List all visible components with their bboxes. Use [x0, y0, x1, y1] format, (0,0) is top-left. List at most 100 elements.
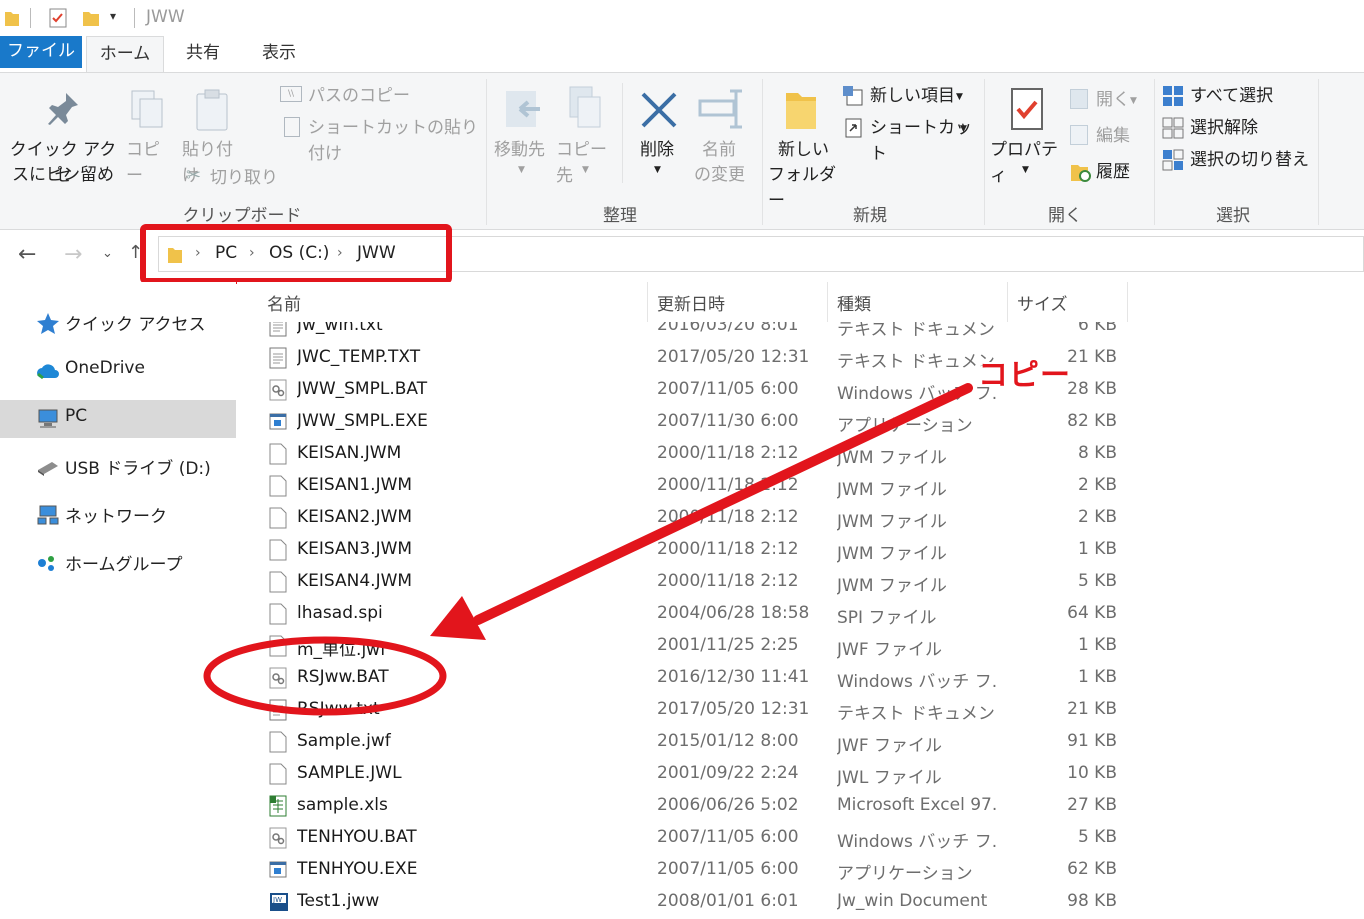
- usb-drive-icon: [38, 462, 58, 476]
- dropdown-arrow-icon: ▼: [956, 92, 963, 102]
- file-type: Windows バッチ フ...: [837, 384, 997, 404]
- column-divider[interactable]: [1007, 282, 1008, 322]
- rename-label-2: の変更: [694, 165, 745, 185]
- column-header-date[interactable]: 更新日時: [657, 290, 725, 315]
- column-header-type[interactable]: 種類: [837, 290, 871, 315]
- tab-view[interactable]: 表示: [248, 36, 310, 72]
- file-row[interactable]: JWW_SMPL.EXE 2007/11/30 6:00 アプリケーション 82 KB: [237, 406, 1364, 438]
- tab-home[interactable]: ホーム: [86, 36, 164, 73]
- paste-shortcut-icon: [284, 117, 300, 137]
- file-row[interactable]: SAMPLE.JWL 2001/09/22 2:24 JWL ファイル 10 KB: [237, 758, 1364, 790]
- file-row[interactable]: KEISAN4.JWM 2000/11/18 2:12 JWM ファイル 5 KB: [237, 566, 1364, 598]
- copy-path-button[interactable]: \\ パスのコピー: [280, 83, 480, 109]
- file-row[interactable]: Sample.jwf 2015/01/12 8:00 JWF ファイル 91 KB: [237, 726, 1364, 758]
- edit-icon: [1070, 125, 1088, 145]
- file-row[interactable]: lhasad.spi 2004/06/28 18:58 SPI ファイル 64 KB: [237, 598, 1364, 630]
- sidebar-item-quick-access[interactable]: クイック アクセス: [0, 304, 236, 342]
- sidebar-item-onedrive[interactable]: OneDrive: [0, 352, 236, 390]
- file-row[interactable]: sample.xls 2006/06/26 5:02 Microsoft Excel…: [237, 790, 1364, 822]
- column-divider[interactable]: [647, 282, 648, 322]
- back-arrow-icon[interactable]: ←: [18, 242, 36, 267]
- file-type: JWM ファイル: [837, 480, 947, 500]
- file-row[interactable]: TENHYOU.BAT 2007/11/05 6:00 Windows バッチ フ.…: [237, 822, 1364, 854]
- pin-icon: [48, 93, 78, 125]
- file-row[interactable]: JW Test1.jww 2008/01/01 6:01 Jw_win Documen…: [237, 886, 1364, 918]
- new-folder-button[interactable]: 新しい フォルダー: [766, 83, 838, 211]
- file-date: 2017/05/20 12:31: [657, 699, 810, 719]
- file-date: 2007/11/05 6:00: [657, 827, 799, 847]
- recent-locations-icon[interactable]: ⌄: [102, 246, 113, 261]
- file-row[interactable]: RSJww.BAT 2016/12/30 11:41 Windows バッチ フ..…: [237, 662, 1364, 694]
- tab-file[interactable]: ファイル: [0, 36, 82, 68]
- file-size: 21 KB: [1067, 699, 1117, 719]
- batch-file-icon: [269, 379, 287, 401]
- file-row[interactable]: KEISAN.JWM 2000/11/18 2:12 JWM ファイル 8 KB: [237, 438, 1364, 470]
- select-all-button[interactable]: すべて選択: [1162, 83, 1322, 109]
- edit-button[interactable]: 編集: [1068, 123, 1148, 149]
- sidebar-item-homegroup[interactable]: ホームグループ: [0, 544, 236, 582]
- dropdown-arrow-icon: ▼: [1130, 96, 1137, 106]
- blank-file-icon: [269, 603, 287, 625]
- copy-to-button[interactable]: コピー先 ▼: [556, 83, 616, 186]
- invert-selection-button[interactable]: 選択の切り替え: [1162, 147, 1332, 173]
- history-button[interactable]: 履歴: [1068, 159, 1148, 185]
- file-type: SPI ファイル: [837, 608, 937, 628]
- cut-button[interactable]: ✂ 切り取り: [186, 165, 286, 191]
- sidebar-item-network[interactable]: ネットワーク: [0, 496, 236, 534]
- sidebar-item-label: OneDrive: [65, 358, 145, 378]
- file-row[interactable]: m_単位.jwf 2001/11/25 2:25 JWF ファイル 1 KB: [237, 630, 1364, 662]
- file-name: KEISAN4.JWM: [297, 571, 413, 591]
- tab-share[interactable]: 共有: [172, 36, 234, 72]
- file-row[interactable]: KEISAN3.JWM 2000/11/18 2:12 JWM ファイル 1 KB: [237, 534, 1364, 566]
- new-folder-label-2: フォルダー: [768, 165, 836, 211]
- homegroup-icon: [38, 556, 54, 571]
- clipboard-group-label: クリップボード: [182, 206, 302, 226]
- delete-button[interactable]: 削除 ▼: [634, 83, 684, 177]
- paste-button[interactable]: 貼り付け: [180, 87, 246, 186]
- star-icon: [37, 313, 59, 334]
- copy-button[interactable]: コピー: [124, 87, 170, 186]
- file-row[interactable]: JWC_TEMP.TXT 2017/05/20 12:31 テキスト ドキュメント 2…: [237, 342, 1364, 374]
- text-file-icon: [269, 347, 287, 369]
- shortcut-button[interactable]: ショートカット ▼: [842, 115, 972, 164]
- new-folder-quick-icon[interactable]: [82, 8, 100, 28]
- file-name: KEISAN3.JWM: [297, 539, 413, 559]
- dropdown-arrow-icon: ▼: [582, 165, 589, 175]
- file-row[interactable]: KEISAN2.JWM 2000/11/18 2:12 JWM ファイル 2 KB: [237, 502, 1364, 534]
- file-row[interactable]: RSJww.txt 2017/05/20 12:31 テキスト ドキュメント 21 K…: [237, 694, 1364, 726]
- paste-shortcut-button[interactable]: ショートカットの貼り付け: [280, 115, 480, 164]
- sidebar-item-pc[interactable]: PC: [0, 400, 236, 438]
- customize-quick-access-icon[interactable]: ▾: [110, 9, 116, 23]
- properties-button[interactable]: プロパティ ▼: [988, 83, 1064, 186]
- file-name: KEISAN2.JWM: [297, 507, 413, 527]
- sidebar-item-usb-drive[interactable]: USB ドライブ (D:): [0, 448, 236, 486]
- folder-icon: [5, 12, 19, 26]
- rename-button[interactable]: 名前 の変更: [692, 83, 752, 187]
- file-row[interactable]: TENHYOU.EXE 2007/11/05 6:00 アプリケーション 62 KB: [237, 854, 1364, 886]
- file-date: 2000/11/18 2:12: [657, 507, 799, 527]
- pin-quick-access-button[interactable]: クイック アクセ スにピン留め: [8, 87, 118, 187]
- new-item-button[interactable]: 新しい項目 ▼: [842, 83, 972, 109]
- file-type: アプリケーション: [837, 416, 973, 436]
- select-all-icon: [1163, 86, 1183, 106]
- blank-file-icon: [269, 571, 287, 593]
- column-header-name[interactable]: 名前: [267, 290, 301, 315]
- file-name: TENHYOU.BAT: [297, 827, 417, 847]
- file-type: Microsoft Excel 97...: [837, 795, 997, 815]
- file-type: JWM ファイル: [837, 544, 947, 564]
- file-size: 2 KB: [1077, 507, 1117, 527]
- forward-arrow-icon[interactable]: →: [64, 242, 82, 267]
- move-to-button[interactable]: 移動先 ▼: [492, 83, 552, 177]
- rename-icon: [698, 89, 742, 129]
- column-header-size[interactable]: サイズ: [1017, 290, 1068, 315]
- select-none-button[interactable]: 選択解除: [1162, 115, 1322, 141]
- file-row[interactable]: KEISAN1.JWM 2000/11/18 2:12 JWM ファイル 2 KB: [237, 470, 1364, 502]
- file-date: 2007/11/05 6:00: [657, 859, 799, 879]
- file-date: 2001/11/25 2:25: [657, 635, 799, 655]
- column-divider[interactable]: [827, 282, 828, 322]
- open-button[interactable]: 開く ▼: [1068, 87, 1148, 113]
- file-row[interactable]: JWW_SMPL.BAT 2007/11/05 6:00 Windows バッチ フ…: [237, 374, 1364, 406]
- properties-quick-icon[interactable]: [48, 8, 68, 28]
- column-headers: 名前 更新日時 種類 サイズ: [237, 282, 1364, 322]
- column-divider[interactable]: [1127, 282, 1128, 322]
